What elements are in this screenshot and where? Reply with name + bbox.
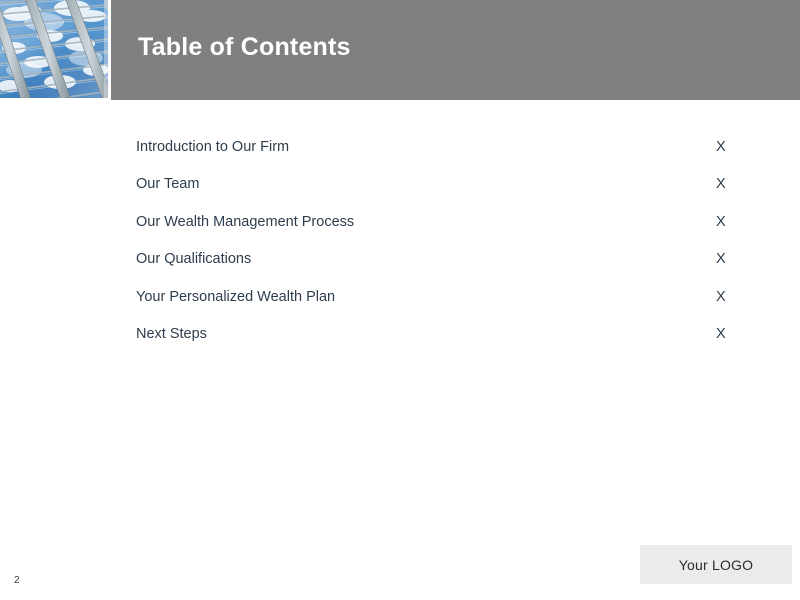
list-item[interactable]: Our Team X xyxy=(136,175,732,212)
page-title: Table of Contents xyxy=(138,33,351,61)
toc-item-label: Introduction to Our Firm xyxy=(136,139,290,155)
page-number: 2 xyxy=(14,575,20,586)
glass-roof-photo xyxy=(0,0,108,98)
toc-item-page: X xyxy=(716,176,726,193)
toc-item-label: Our Qualifications xyxy=(136,251,252,268)
logo-placeholder-label: Your LOGO xyxy=(678,556,754,573)
list-item[interactable]: Our Qualifications X xyxy=(136,250,732,287)
toc-item-page: X xyxy=(716,139,726,155)
list-item[interactable]: Your Personalized Wealth Plan X xyxy=(136,288,732,325)
toc-item-label: Our Team xyxy=(136,176,200,193)
logo-placeholder[interactable]: Your LOGO xyxy=(640,545,792,584)
toc-item-page: X xyxy=(716,251,726,268)
slide-canvas: Table of Contents Introduction to Our Fi… xyxy=(0,0,800,600)
toc-item-label: Next Steps xyxy=(136,325,207,342)
toc-item-page: X xyxy=(716,213,726,230)
list-item[interactable]: Next Steps X xyxy=(136,325,732,362)
toc-item-page: X xyxy=(716,325,726,342)
header-bar: Table of Contents xyxy=(111,0,800,100)
toc-item-page: X xyxy=(716,288,726,305)
glass-roof-photo-graphic xyxy=(0,0,108,98)
toc-item-label: Our Wealth Management Process xyxy=(136,213,355,230)
list-item[interactable]: Introduction to Our Firm X xyxy=(136,138,732,175)
list-item[interactable]: Our Wealth Management Process X xyxy=(136,213,732,250)
toc-list: Introduction to Our Firm X Our Team X Ou… xyxy=(136,138,732,362)
toc-item-label: Your Personalized Wealth Plan xyxy=(136,288,336,305)
